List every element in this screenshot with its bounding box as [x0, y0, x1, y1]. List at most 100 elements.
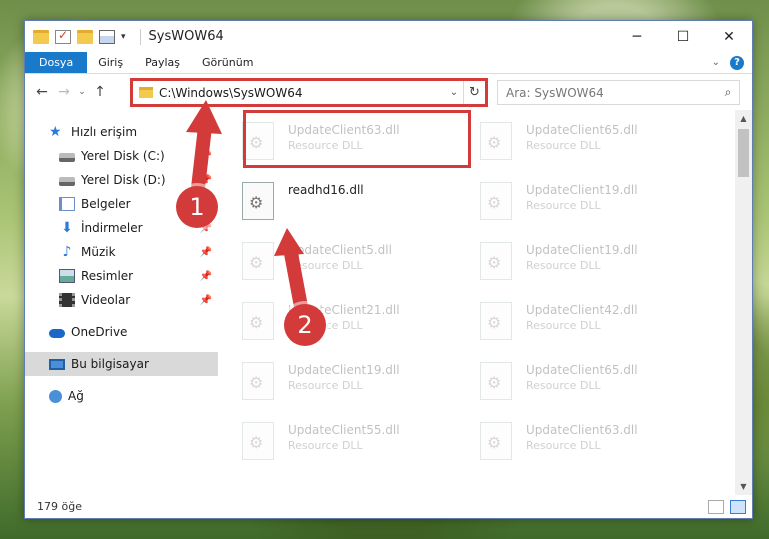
- nav-label: Bu bilgisayar: [71, 357, 149, 371]
- dll-file-icon: [242, 242, 274, 280]
- pictures-icon: [59, 269, 75, 283]
- nav-item-videos[interactable]: Videolar 📌: [25, 288, 218, 312]
- pin-icon: 📌: [199, 246, 212, 258]
- up-arrow-icon[interactable]: ↑: [89, 84, 111, 100]
- nav-label: Resimler: [81, 269, 134, 283]
- file-description: Resource DLL: [526, 259, 601, 272]
- file-description: Resource DLL: [526, 379, 601, 392]
- search-icon[interactable]: ⌕: [717, 85, 739, 100]
- file-name: UpdateClient63.dll: [526, 423, 638, 437]
- help-icon[interactable]: ?: [730, 55, 744, 70]
- file-name: UpdateClient63.dll: [288, 123, 400, 137]
- dll-file-icon: [242, 182, 274, 220]
- refresh-icon[interactable]: ↻: [463, 81, 485, 104]
- dll-file-icon: [242, 422, 274, 460]
- cloud-icon: [49, 329, 65, 338]
- file-item[interactable]: UpdateClient19.dll Resource DLL: [480, 242, 638, 280]
- folder-icon: [139, 87, 153, 98]
- nav-label: Ağ: [68, 389, 84, 403]
- file-item[interactable]: UpdateClient63.dll Resource DLL: [242, 122, 400, 160]
- computer-icon: [49, 358, 65, 370]
- vertical-scrollbar[interactable]: ▲ ▼: [735, 110, 752, 495]
- file-item[interactable]: UpdateClient65.dll Resource DLL: [480, 362, 638, 400]
- pin-icon: 📌: [199, 270, 212, 282]
- navigation-pane: ★ Hızlı erişim Yerel Disk (C:) 📌 Yerel D…: [25, 110, 218, 495]
- properties-check-icon[interactable]: [55, 28, 71, 44]
- dll-file-icon: [480, 122, 512, 160]
- nav-label: Yerel Disk (D:): [81, 173, 166, 187]
- dll-file-icon: [480, 362, 512, 400]
- address-path[interactable]: C:\Windows\SysWOW64: [159, 86, 445, 100]
- file-list: UpdateClient63.dll Resource DLL readhd16.…: [218, 110, 735, 495]
- back-arrow-icon[interactable]: ←: [31, 84, 53, 100]
- address-row: ← → ⌄ ↑ C:\Windows\SysWOW64 ⌄ ↻ Ara: Sys…: [25, 74, 752, 110]
- pin-icon: 📌: [199, 294, 212, 306]
- tab-view[interactable]: Görünüm: [191, 52, 264, 73]
- ribbon-tabs: Dosya Giriş Paylaş Görünüm ⌄ ?: [25, 52, 752, 74]
- file-description: Resource DLL: [526, 199, 601, 212]
- close-button[interactable]: ✕: [706, 21, 752, 52]
- file-item[interactable]: UpdateClient42.dll Resource DLL: [480, 302, 638, 340]
- file-description: Resource DLL: [288, 379, 363, 392]
- nav-label: Hızlı erişim: [71, 125, 138, 139]
- folder-icon: [33, 29, 49, 44]
- dll-file-icon: [480, 182, 512, 220]
- file-description: Resource DLL: [288, 439, 363, 452]
- recent-locations-icon[interactable]: ⌄: [75, 87, 89, 97]
- address-bar[interactable]: C:\Windows\SysWOW64 ⌄ ↻: [132, 80, 486, 105]
- nav-label: Yerel Disk (C:): [81, 149, 165, 163]
- dll-file-icon: [480, 302, 512, 340]
- tab-file[interactable]: Dosya: [25, 52, 88, 73]
- item-count: 179 öğe: [37, 500, 82, 513]
- search-placeholder: Ara: SysWOW64: [506, 85, 604, 100]
- file-name: UpdateClient65.dll: [526, 123, 638, 137]
- forward-arrow-icon[interactable]: →: [53, 84, 75, 100]
- nav-quick-access[interactable]: ★ Hızlı erişim: [25, 120, 218, 144]
- file-item[interactable]: UpdateClient63.dll Resource DLL: [480, 422, 638, 460]
- nav-label: Videolar: [81, 293, 131, 307]
- nav-item-pictures[interactable]: Resimler 📌: [25, 264, 218, 288]
- expand-ribbon-icon[interactable]: ⌄: [712, 57, 720, 68]
- dll-file-icon: [242, 302, 274, 340]
- chevron-down-icon[interactable]: ⌄: [445, 87, 463, 98]
- file-item[interactable]: UpdateClient65.dll Resource DLL: [480, 122, 638, 160]
- title-separator: [139, 28, 141, 45]
- tab-home[interactable]: Giriş: [87, 52, 134, 73]
- new-folder-icon[interactable]: [77, 29, 93, 44]
- nav-item-music[interactable]: ♪ Müzik 📌: [25, 240, 218, 264]
- scroll-up-icon[interactable]: ▲: [735, 110, 752, 127]
- file-name: UpdateClient19.dll: [288, 363, 400, 377]
- file-name: UpdateClient65.dll: [526, 363, 638, 377]
- search-input[interactable]: Ara: SysWOW64 ⌕: [497, 80, 740, 105]
- details-view-icon[interactable]: [708, 499, 724, 514]
- pin-icon: 📌: [199, 174, 212, 186]
- dll-file-icon: [480, 422, 512, 460]
- dll-file-icon: [242, 122, 274, 160]
- title-bar: ▾ SysWOW64 ─ ☐ ✕: [25, 21, 752, 52]
- file-item-selected[interactable]: readhd16.dll: [242, 182, 364, 220]
- large-icons-view-icon[interactable]: [730, 499, 746, 514]
- video-icon: [59, 293, 75, 307]
- file-item[interactable]: UpdateClient19.dll Resource DLL: [480, 182, 638, 220]
- file-item[interactable]: UpdateClient55.dll Resource DLL: [242, 422, 400, 460]
- dll-file-icon: [480, 242, 512, 280]
- scroll-thumb[interactable]: [738, 129, 749, 177]
- minimize-button[interactable]: ─: [614, 21, 660, 52]
- nav-item-disk-c[interactable]: Yerel Disk (C:) 📌: [25, 144, 218, 168]
- file-item[interactable]: UpdateClient19.dll Resource DLL: [242, 362, 400, 400]
- maximize-button[interactable]: ☐: [660, 21, 706, 52]
- scroll-down-icon[interactable]: ▼: [735, 478, 752, 495]
- file-item[interactable]: UpdateClient5.dll Resource DLL: [242, 242, 392, 280]
- nav-item-this-pc[interactable]: Bu bilgisayar: [25, 352, 218, 376]
- file-name: readhd16.dll: [288, 183, 364, 197]
- tab-share[interactable]: Paylaş: [134, 52, 191, 73]
- window-title: SysWOW64: [148, 29, 224, 44]
- properties-icon[interactable]: [99, 29, 115, 44]
- customize-toolbar-icon[interactable]: ▾: [121, 32, 126, 42]
- file-name: UpdateClient19.dll: [526, 183, 638, 197]
- network-icon: [49, 389, 62, 403]
- main-content: ★ Hızlı erişim Yerel Disk (C:) 📌 Yerel D…: [25, 110, 752, 495]
- documents-icon: [59, 197, 75, 211]
- nav-item-onedrive[interactable]: OneDrive: [25, 320, 218, 344]
- nav-item-network[interactable]: Ağ: [25, 384, 218, 408]
